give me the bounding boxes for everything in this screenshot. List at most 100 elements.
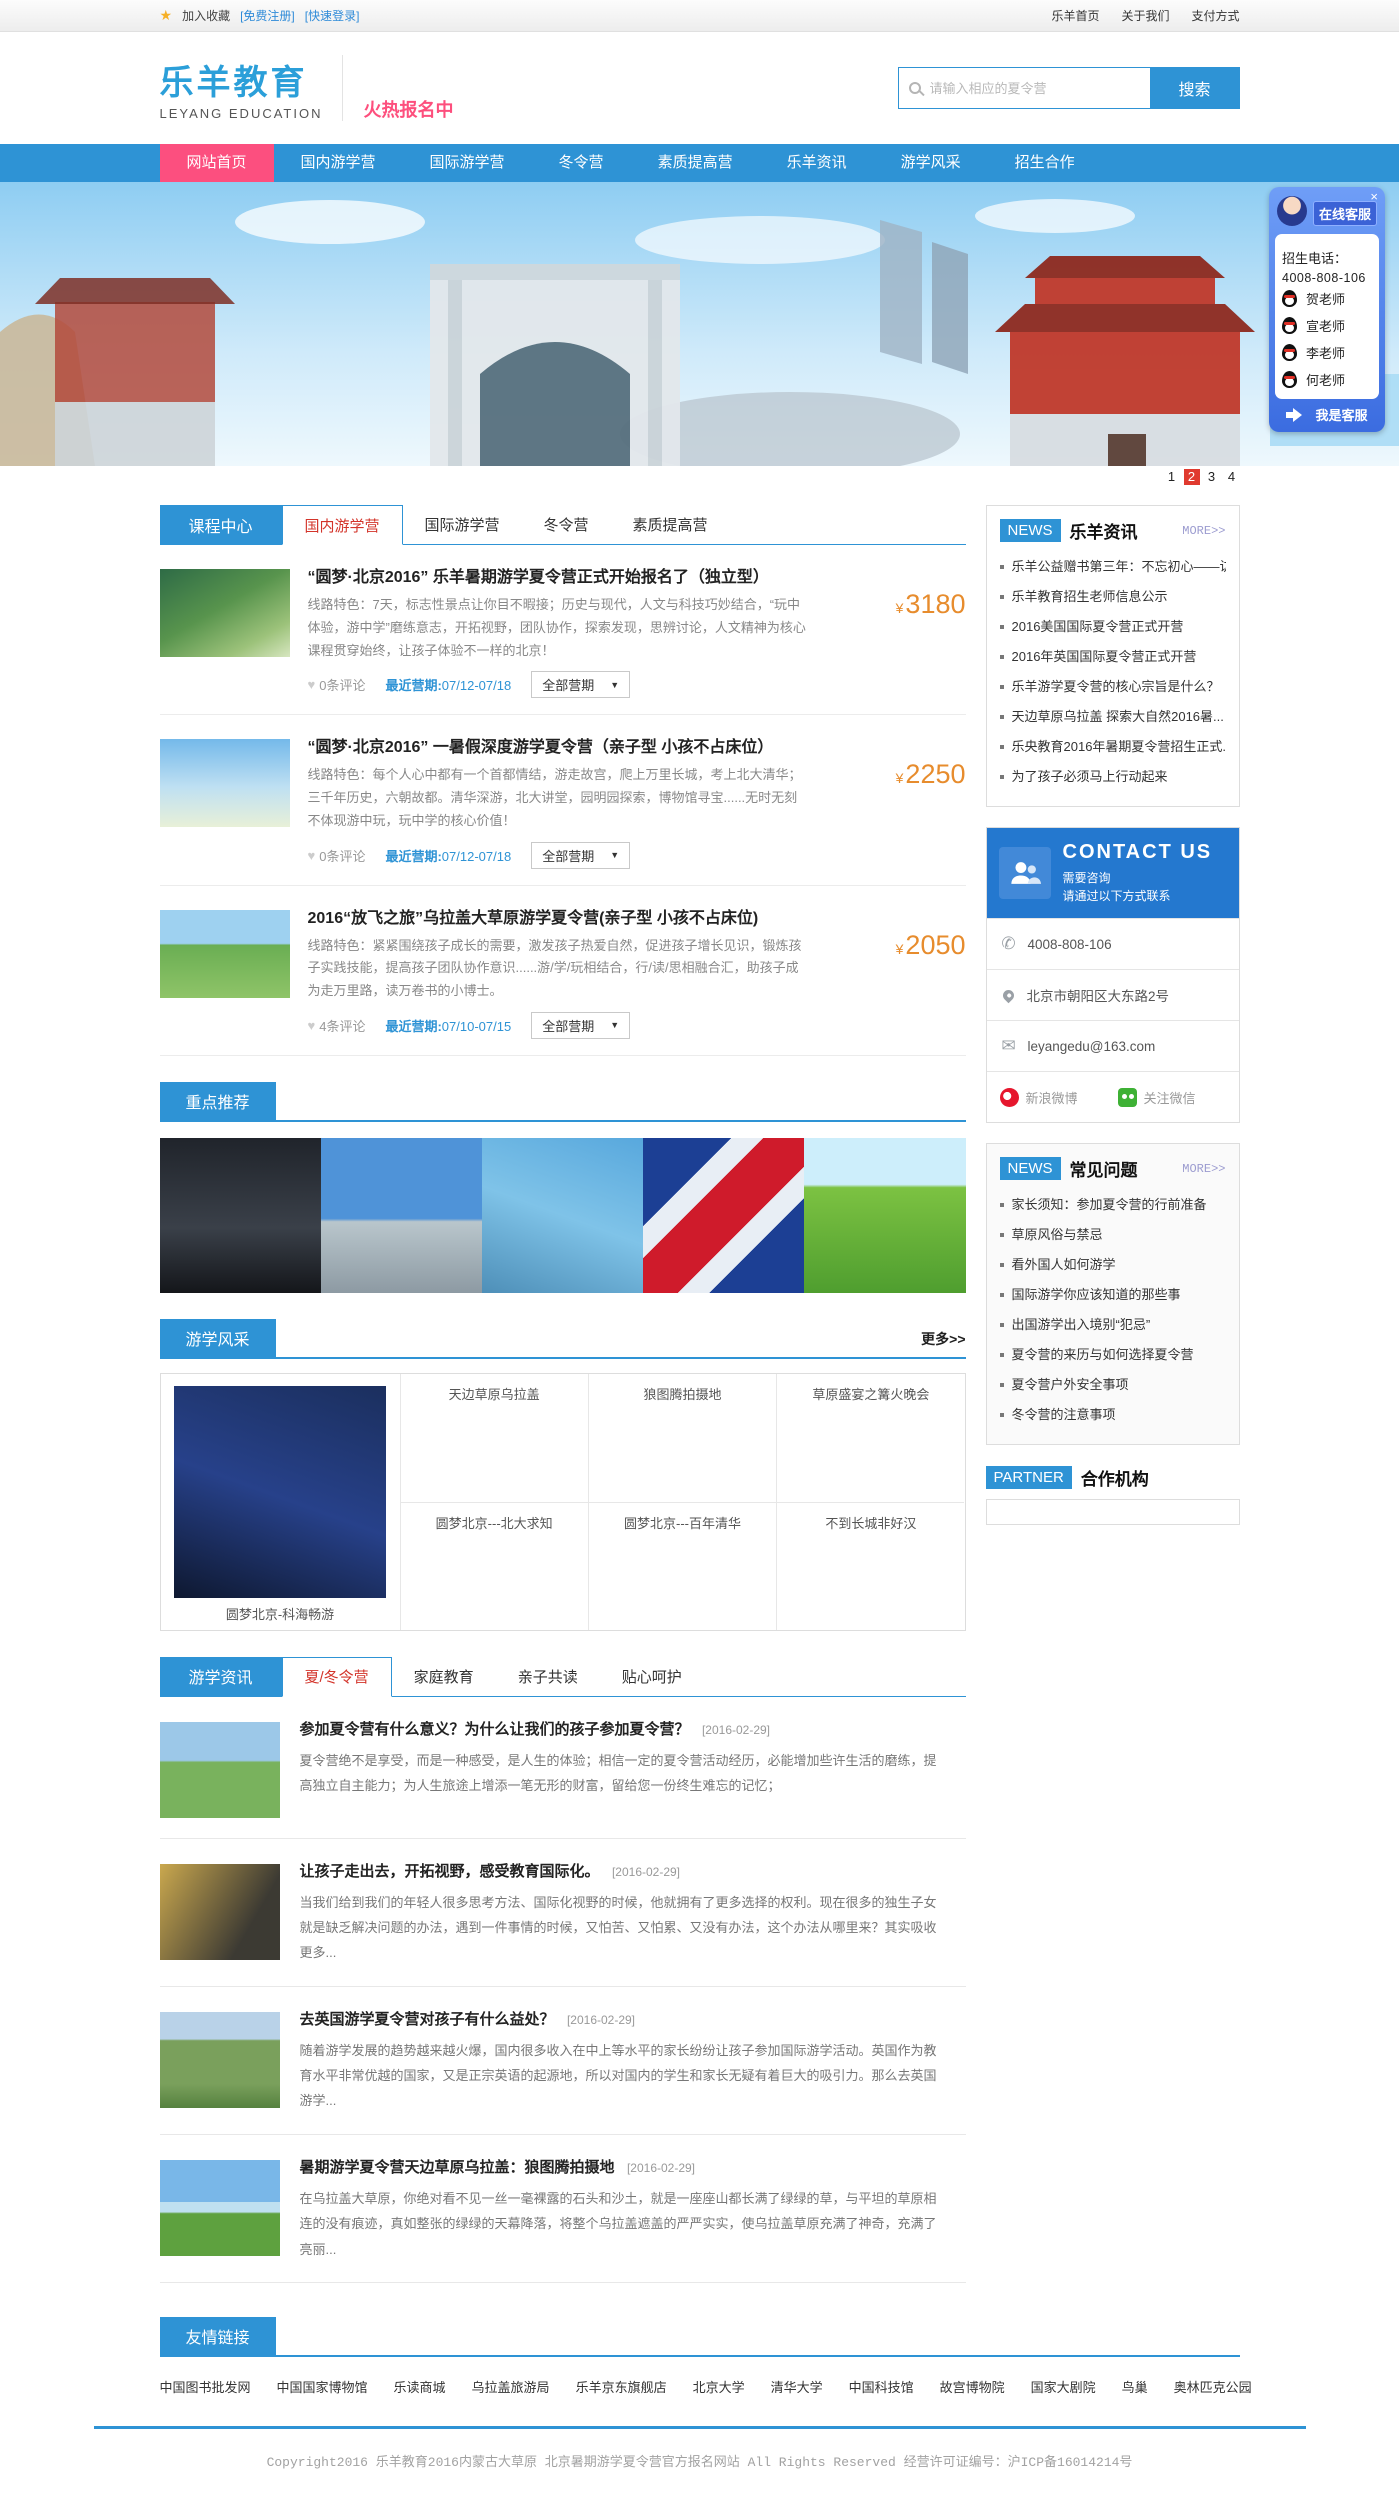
register-link[interactable]: [免费注册] <box>240 7 295 24</box>
nav-item[interactable]: 网站首页 <box>160 144 274 182</box>
friend-link[interactable]: 国家大剧院 <box>1031 2377 1096 2396</box>
green-meadow-photo[interactable] <box>804 1138 965 1293</box>
article-date: [2016-02-29] <box>567 2013 635 2027</box>
news-list-item[interactable]: 2016美国国际夏令营正式开营 <box>1000 612 1226 642</box>
friend-link[interactable]: 奥林匹克公园 <box>1174 2377 1252 2396</box>
gallery-item[interactable]: 不到长城非好汉 <box>776 1502 964 1630</box>
wechat-link[interactable]: 关注微信 <box>1118 1088 1226 1107</box>
gallery-caption: 圆梦北京---北大求知 <box>409 1513 580 1532</box>
gallery-item[interactable]: 狼图腾拍摄地 <box>588 1374 776 1502</box>
camp-period-select[interactable]: 全部营期 ▼ <box>531 671 630 698</box>
nav-item[interactable]: 国际游学营 <box>403 144 532 182</box>
hero-banner[interactable]: × 在线客服 招生电话： 4008-808-106 贺老师 宣老师 <box>0 182 1399 466</box>
article-tab[interactable]: 夏/冬令营 <box>282 1657 392 1697</box>
news-list-item[interactable]: 天边草原乌拉盖 探索大自然2016暑... <box>1000 702 1226 732</box>
gallery-item[interactable]: 天边草原乌拉盖 <box>400 1374 588 1502</box>
nav-item[interactable]: 招生合作 <box>988 144 1102 182</box>
banner-page-number[interactable]: 3 <box>1204 469 1220 485</box>
weibo-link[interactable]: 新浪微博 <box>1000 1088 1108 1107</box>
friend-link[interactable]: 乐羊京东旗舰店 <box>576 2377 667 2396</box>
banner-page-number[interactable]: 2 <box>1184 469 1200 485</box>
news-list-item[interactable]: 乐央教育2016年暑期夏令营招生正式... <box>1000 732 1226 762</box>
topbar-link[interactable]: 乐羊首页 <box>1051 7 1099 24</box>
faq-list-item[interactable]: 出国游学出入境别“犯忌” <box>1000 1310 1226 1340</box>
contact-header: CONTACT US 需要咨询 请通过以下方式联系 <box>987 828 1239 918</box>
service-teacher-item[interactable]: 何老师 <box>1282 366 1372 393</box>
course-comments: 0条评论 <box>319 846 365 865</box>
course-title[interactable]: 2016“放飞之旅”乌拉盖大草原游学夏令营(亲子型 小孩不占床位) <box>308 904 808 928</box>
article-tab[interactable]: 亲子共读 <box>496 1657 600 1696</box>
faq-list-item[interactable]: 夏令营户外安全事项 <box>1000 1370 1226 1400</box>
service-teacher-item[interactable]: 宣老师 <box>1282 312 1372 339</box>
banner-page-number[interactable]: 4 <box>1224 469 1240 485</box>
statue-of-liberty-photo[interactable] <box>482 1138 643 1293</box>
course-tab[interactable]: 素质提高营 <box>611 505 730 544</box>
friend-link[interactable]: 北京大学 <box>693 2377 745 2396</box>
camp-period-select[interactable]: 全部营期 ▼ <box>531 842 630 869</box>
news-list-item[interactable]: 乐羊游学夏令营的核心宗旨是什么？ <box>1000 672 1226 702</box>
temple-of-heaven-photo[interactable] <box>321 1138 482 1293</box>
article-title[interactable]: 参加夏令营有什么意义？为什么让我们的孩子参加夏令营？ <box>300 1721 690 1738</box>
course-title[interactable]: “圆梦·北京2016” 一暑假深度游学夏令营（亲子型 小孩不占床位） <box>308 733 808 757</box>
gallery-item[interactable]: 圆梦北京---百年清华 <box>588 1502 776 1630</box>
friend-link[interactable]: 中国国家博物馆 <box>277 2377 368 2396</box>
nav-item[interactable]: 冬令营 <box>532 144 631 182</box>
friend-link[interactable]: 中国图书批发网 <box>160 2377 251 2396</box>
friend-link[interactable]: 故宫博物院 <box>940 2377 1005 2396</box>
login-link[interactable]: [快速登录] <box>305 7 360 24</box>
copyright-text: Copyright2016 乐羊教育2016内蒙古大草原 北京暑期游学夏令营官方… <box>0 2429 1399 2494</box>
nav-item[interactable]: 国内游学营 <box>274 144 403 182</box>
news-list-item[interactable]: 乐羊公益赠书第三年：不忘初心——访 <box>1000 552 1226 582</box>
article-tab[interactable]: 贴心呵护 <box>600 1657 704 1696</box>
news-list-item[interactable]: 乐羊教育招生老师信息公示 <box>1000 582 1226 612</box>
course-title[interactable]: “圆梦·北京2016” 乐羊暑期游学夏令营正式开始报名了（独立型） <box>308 563 808 587</box>
article-title[interactable]: 暑期游学夏令营天边草原乌拉盖：狼图腾拍摄地 <box>300 2159 615 2176</box>
friend-link[interactable]: 乐读商城 <box>394 2377 446 2396</box>
gallery-item[interactable]: 圆梦北京---北大求知 <box>400 1502 588 1630</box>
faq-list-item[interactable]: 草原风俗与禁忌 <box>1000 1220 1226 1250</box>
camp-period-select[interactable]: 全部营期 ▼ <box>531 1012 630 1039</box>
news-list-item[interactable]: 为了孩子必须马上行动起来 <box>1000 762 1226 792</box>
wolf-totem-poster[interactable] <box>160 1138 321 1293</box>
search-button[interactable]: 搜索 <box>1150 67 1240 109</box>
article-tab[interactable]: 家庭教育 <box>392 1657 496 1696</box>
banner-page-number[interactable]: 1 <box>1164 469 1180 485</box>
faq-list-item[interactable]: 冬令营的注意事项 <box>1000 1400 1226 1430</box>
faq-list-item[interactable]: 国际游学你应该知道的那些事 <box>1000 1280 1226 1310</box>
recommend-section-head: 重点推荐 <box>160 1082 966 1122</box>
faq-list-item[interactable]: 夏令营的来历与如何选择夏令营 <box>1000 1340 1226 1370</box>
gallery-item[interactable]: 草原盛宴之篝火晚会 <box>776 1374 964 1502</box>
nav-item[interactable]: 素质提高营 <box>631 144 760 182</box>
article-title[interactable]: 去英国游学夏令营对孩子有什么益处？ <box>300 2011 555 2028</box>
faq-list-item[interactable]: 家长须知：参加夏令营的行前准备 <box>1000 1190 1226 1220</box>
article-title[interactable]: 让孩子走出去，开拓视野，感受教育国际化。 <box>300 1863 600 1880</box>
nav-item[interactable]: 游学风采 <box>874 144 988 182</box>
topbar-link[interactable]: 支付方式 <box>1191 7 1239 24</box>
hot-enrollment-slogan: 火热报名中 <box>363 96 453 122</box>
uk-flag-bigben-photo[interactable] <box>643 1138 804 1293</box>
friend-link[interactable]: 鸟巢 <box>1122 2377 1148 2396</box>
site-logo[interactable]: 乐羊教育 LEYANG EDUCATION <box>160 55 344 121</box>
add-favorite-link[interactable]: 加入收藏 <box>182 7 230 24</box>
faq-list-item[interactable]: 看外国人如何游学 <box>1000 1250 1226 1280</box>
topbar-link[interactable]: 关于我们 <box>1121 7 1169 24</box>
article-excerpt: 夏令营绝不是享受，而是一种感受，是人生的体验；相信一定的夏令营活动经历，必能增加… <box>300 1748 940 1799</box>
course-tab[interactable]: 国内游学营 <box>282 505 403 545</box>
i-am-service-button[interactable]: 我是客服 <box>1269 405 1385 424</box>
search-input[interactable] <box>930 81 1140 96</box>
service-teacher-item[interactable]: 贺老师 <box>1282 285 1372 312</box>
service-teacher-item[interactable]: 李老师 <box>1282 339 1372 366</box>
gallery-more-link[interactable]: 更多>> <box>921 1329 965 1357</box>
friend-link[interactable]: 中国科技馆 <box>849 2377 914 2396</box>
friend-link[interactable]: 清华大学 <box>771 2377 823 2396</box>
faq-more-link[interactable]: MORE>> <box>1182 1162 1225 1176</box>
friend-link[interactable]: 乌拉盖旅游局 <box>472 2377 550 2396</box>
news-list-item[interactable]: 2016年英国国际夏令营正式开营 <box>1000 642 1226 672</box>
nav-item[interactable]: 乐羊资讯 <box>760 144 874 182</box>
close-icon[interactable]: × <box>1370 190 1378 203</box>
course-tab[interactable]: 冬令营 <box>522 505 611 544</box>
search-box <box>898 67 1150 109</box>
course-tab[interactable]: 国际游学营 <box>403 505 522 544</box>
news-more-link[interactable]: MORE>> <box>1182 524 1225 538</box>
gallery-big-item[interactable]: 圆梦北京-科海畅游 <box>161 1374 400 1630</box>
